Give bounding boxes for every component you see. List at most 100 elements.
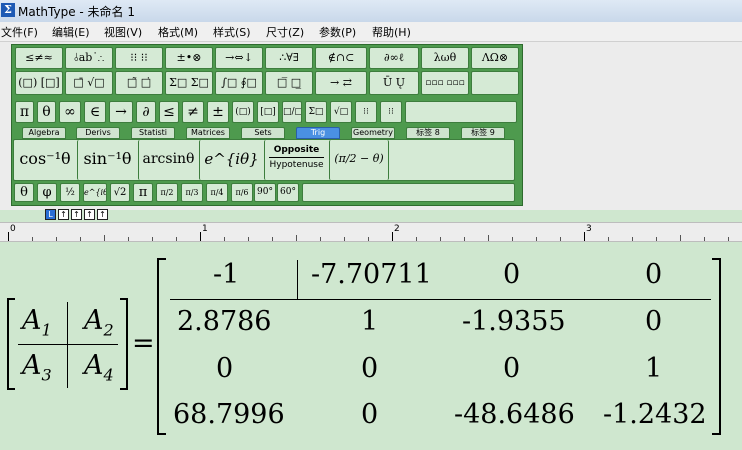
tab-label-9[interactable]: 标签 9 [461,127,505,139]
complementary-angle-template[interactable]: (π/2 − θ) [329,140,389,180]
matrix-3x3-button[interactable]: ⁝⁝ [380,101,402,123]
ruler[interactable]: 0 1 2 3 [0,222,742,242]
menu-view[interactable]: 视图(V) [104,24,142,40]
summation-template-button[interactable]: Σ□ [305,101,327,123]
opposite-hypotenuse-template[interactable]: Opposite Hypotenuse [264,140,328,180]
sixty-degrees-button[interactable]: 60° [277,183,299,202]
tab-statistics[interactable]: Statisti [131,127,175,139]
tab-algebra[interactable]: Algebra [22,127,66,139]
matrix-cell-r3c4[interactable]: 1 [645,353,662,384]
matrix-cell-r4c1[interactable]: 68.7996 [173,399,285,430]
not-equal-button[interactable]: ≠ [182,101,204,123]
set-theory-palette[interactable]: ∉∩⊂ [315,47,367,69]
equation-editing-area[interactable]: A1 A2 A3 A4 = -1 -7.70711 0 0 2.8786 1 -… [0,242,742,450]
matrix-cell-r1c4[interactable]: 0 [645,259,662,290]
pi-over-3-button[interactable]: π/3 [181,183,203,202]
infinity-symbol-button[interactable]: ∞ [59,101,81,123]
labeled-arrows-palette[interactable]: → ⇄ [315,71,367,95]
arrows-palette[interactable]: →⇔↓ [215,47,263,69]
brackets-template-button[interactable]: [□] [257,101,279,123]
matrices-palette[interactable]: ▫▫▫ ▫▫▫ [421,71,469,95]
equals-sign[interactable]: = [132,328,155,359]
element-of-button[interactable]: ∈ [84,101,106,123]
tab-geometry[interactable]: Geometry [351,127,395,139]
matrix-cell-r3c2[interactable]: 0 [361,353,378,384]
lhs-a4[interactable]: A4 [84,350,114,384]
tab-trig[interactable]: Trig [296,127,340,139]
subscript-superscript-palette[interactable]: □̃ □̇ [115,71,163,95]
menu-style[interactable]: 样式(S) [213,24,251,40]
center-tab-button[interactable]: ↑ [58,209,69,220]
products-set-palette[interactable]: Ū Ų [369,71,419,95]
matrix-cell-r2c3[interactable]: -1.9355 [462,306,566,337]
matrix-cell-r1c2[interactable]: -7.70711 [311,259,432,290]
fences-palette[interactable]: (□) [□] [15,71,63,95]
lhs-a3[interactable]: A3 [22,350,52,384]
matrix-cell-r4c3[interactable]: -48.6486 [454,399,575,430]
matrix-cell-r2c2[interactable]: 1 [361,306,378,337]
embellishments-palette[interactable]: ⁝⁝ ⁝⁝ [115,47,163,69]
partial-derivative-button[interactable]: ∂ [136,101,156,123]
relational-tab-button[interactable]: ↑ [84,209,95,220]
menu-edit[interactable]: 编辑(E) [52,24,90,40]
phi-small-button[interactable]: φ [37,183,57,202]
radical-template-button[interactable]: √□ [330,101,352,123]
tab-matrices[interactable]: Matrices [186,127,230,139]
logic-palette[interactable]: ∴∀∃ [265,47,313,69]
arcsin-word-template[interactable]: arcsinθ [138,140,198,180]
pi-over-2-button[interactable]: π/2 [156,183,178,202]
matrix-cell-r1c3[interactable]: 0 [503,259,520,290]
arcsin-template[interactable]: sin⁻¹θ [77,140,137,180]
matrix-cell-r3c3[interactable]: 0 [503,353,520,384]
summation-palette[interactable]: Σ□ Σ□ [165,71,213,95]
spaces-ellipses-palette[interactable]: ⫰ab˙∴ [65,47,113,69]
theta-small-button[interactable]: θ [14,183,34,202]
theta-symbol-button[interactable]: θ [37,101,56,123]
tab-derivs[interactable]: Derivs [76,127,120,139]
pi-over-4-button[interactable]: π/4 [206,183,228,202]
matrix-2x2-button[interactable]: ⁝⁝ [355,101,377,123]
menu-parameters[interactable]: 参数(P) [319,24,356,40]
left-tab-button[interactable]: L [45,209,56,220]
menu-help[interactable]: 帮助(H) [372,24,411,40]
mathtype-app-icon[interactable]: Σ [1,3,15,17]
pi-small-button[interactable]: π [133,183,153,202]
empty-palette-slot[interactable] [471,71,519,95]
matrix-cell-r4c4[interactable]: -1.2432 [603,399,707,430]
matrix-cell-r2c4[interactable]: 0 [645,306,662,337]
matrix-cell-r2c1[interactable]: 2.8786 [177,306,271,337]
fraction-template-button[interactable]: □/□ [282,101,302,123]
parentheses-template-button[interactable]: (□) [232,101,254,123]
euler-small-button[interactable]: e^{iθ} [83,183,107,202]
tab-label-8[interactable]: 标签 8 [406,127,450,139]
relations-palette[interactable]: ≤≠≈ [15,47,63,69]
greek-lowercase-palette[interactable]: λωθ [421,47,469,69]
pi-symbol-button[interactable]: π [15,101,34,123]
matrix-cell-r1c1[interactable]: -1 [213,259,239,290]
empty-symbol-slot[interactable] [405,101,517,123]
greek-uppercase-palette[interactable]: ΛΩ⊗ [471,47,519,69]
menu-size[interactable]: 尺寸(Z) [266,24,304,40]
less-equal-button[interactable]: ≤ [159,101,179,123]
euler-exponent-template[interactable]: e^{iθ} [199,140,263,180]
menu-file[interactable]: 文件(F) [1,24,38,40]
plus-minus-button[interactable]: ± [207,101,229,123]
ninety-degrees-button[interactable]: 90° [254,183,276,202]
right-arrow-button[interactable]: → [109,101,133,123]
right-tab-button[interactable]: ↑ [71,209,82,220]
matrix-cell-r3c1[interactable]: 0 [216,353,233,384]
arccos-template[interactable]: cos⁻¹θ [14,140,76,180]
operators-palette[interactable]: ±•⊗ [165,47,213,69]
menu-format[interactable]: 格式(M) [158,24,198,40]
one-half-button[interactable]: ½ [60,183,80,202]
lhs-a1[interactable]: A1 [22,305,52,339]
sqrt2-button[interactable]: √2 [110,183,130,202]
matrix-cell-r4c2[interactable]: 0 [361,399,378,430]
pi-over-6-button[interactable]: π/6 [231,183,253,202]
integrals-palette[interactable]: ∫□ ∮□ [215,71,263,95]
decimal-tab-button[interactable]: ↑ [97,209,108,220]
tab-sets[interactable]: Sets [241,127,285,139]
misc-symbols-palette[interactable]: ∂∞ℓ [369,47,419,69]
underbar-overbar-palette[interactable]: □̅ □̲ [265,71,313,95]
lhs-a2[interactable]: A2 [84,305,114,339]
